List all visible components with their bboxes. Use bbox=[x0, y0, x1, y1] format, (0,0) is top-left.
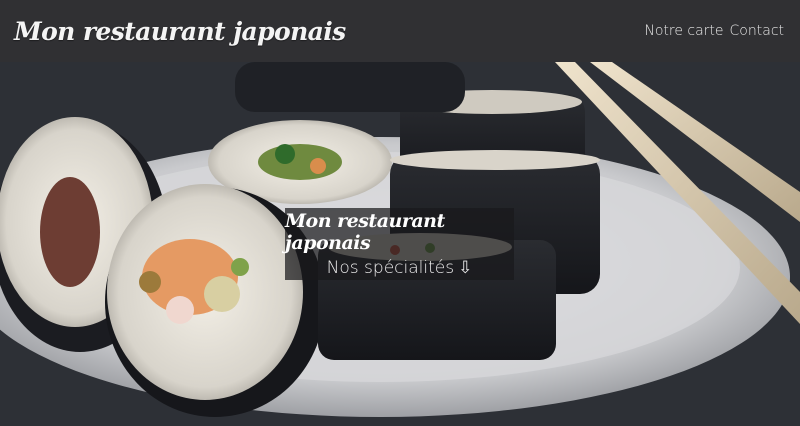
nav-links: Notre carte Contact bbox=[644, 23, 784, 39]
specialites-label: Nos spécialités bbox=[326, 258, 455, 278]
hero-caption: Mon restaurant japonais Nos spécialités … bbox=[285, 208, 514, 280]
down-arrow-icon: ⇩ bbox=[458, 258, 473, 278]
hero-banner: Mon restaurant japonais Nos spécialités … bbox=[0, 62, 800, 426]
nav-link-contact[interactable]: Contact bbox=[730, 23, 784, 39]
hero-title: Mon restaurant japonais bbox=[285, 210, 445, 254]
navbar: Mon restaurant japonais Notre carte Cont… bbox=[0, 0, 800, 62]
nav-link-notre-carte[interactable]: Notre carte bbox=[644, 23, 723, 39]
site-brand-link[interactable]: Mon restaurant japonais bbox=[14, 17, 346, 46]
specialites-link[interactable]: Nos spécialités ⇩ bbox=[327, 258, 473, 278]
